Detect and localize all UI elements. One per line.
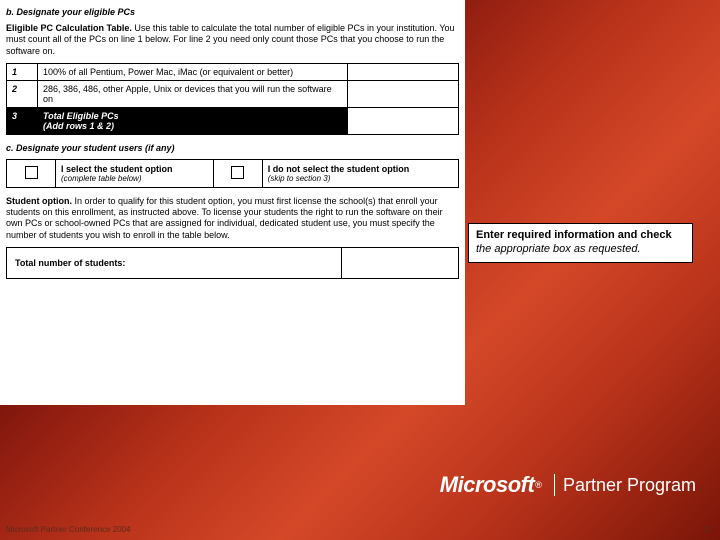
table-row: Total number of students: (7, 247, 459, 278)
row3-text: Total Eligible PCs (Add rows 1 & 2) (38, 107, 348, 134)
row1-num: 1 (7, 63, 38, 80)
instruction-callout: Enter required information and check the… (468, 223, 693, 263)
row2-num: 2 (7, 80, 38, 107)
calc-table: 1 100% of all Pentium, Power Mac, iMac (… (6, 63, 459, 135)
row2-text: 286, 386, 486, other Apple, Unix or devi… (38, 80, 348, 107)
footer-text: Microsoft Partner Conference 2004 (6, 525, 131, 534)
table-row: 3 Total Eligible PCs (Add rows 1 & 2) (7, 107, 459, 134)
calc-intro: Eligible PC Calculation Table. Use this … (6, 23, 459, 57)
calc-intro-bold: Eligible PC Calculation Table. (6, 23, 132, 33)
student-intro-bold: Student option. (6, 196, 72, 206)
callout-line1: Enter required information and check (476, 229, 672, 241)
table-row: 1 100% of all Pentium, Power Mac, iMac (… (7, 63, 459, 80)
row3-input[interactable] (348, 107, 459, 134)
row1-input[interactable] (348, 63, 459, 80)
section-b-heading: b. Designate your eligible PCs (6, 7, 459, 17)
total-students-table: Total number of students: (6, 247, 459, 279)
opt-yes-main: I select the student option (61, 164, 208, 174)
row1-text: 100% of all Pentium, Power Mac, iMac (or… (38, 63, 348, 80)
partner-program-text: Partner Program (563, 475, 696, 496)
total-students-input[interactable] (342, 247, 459, 278)
checkbox-icon (231, 166, 244, 179)
student-option-no-checkbox[interactable] (213, 159, 262, 187)
student-option-yes-checkbox[interactable] (7, 159, 56, 187)
student-option-table: I select the student option (complete ta… (6, 159, 459, 188)
student-option-yes-label: I select the student option (complete ta… (56, 159, 214, 187)
checkbox-icon (25, 166, 38, 179)
table-row: I select the student option (complete ta… (7, 159, 459, 187)
row3-num: 3 (7, 107, 38, 134)
registered-icon: ® (535, 480, 542, 490)
partner-program-logo: Microsoft® Partner Program (440, 472, 696, 498)
page-number: 13 (703, 525, 712, 534)
microsoft-wordmark: Microsoft (440, 472, 535, 498)
total-students-label: Total number of students: (7, 247, 342, 278)
opt-yes-sub: (complete table below) (61, 174, 208, 183)
student-option-no-label: I do not select the student option (skip… (262, 159, 458, 187)
form-panel: b. Designate your eligible PCs Eligible … (0, 0, 465, 405)
student-intro-rest: In order to qualify for this student opt… (6, 196, 443, 240)
opt-no-main: I do not select the student option (268, 164, 453, 174)
student-intro: Student option. In order to qualify for … (6, 196, 459, 241)
callout-line2: the appropriate box as requested. (476, 243, 641, 255)
opt-no-sub: (skip to section 3) (268, 174, 453, 183)
table-row: 2 286, 386, 486, other Apple, Unix or de… (7, 80, 459, 107)
divider-icon (554, 474, 555, 496)
section-c-heading: c. Designate your student users (if any) (6, 143, 459, 153)
row2-input[interactable] (348, 80, 459, 107)
